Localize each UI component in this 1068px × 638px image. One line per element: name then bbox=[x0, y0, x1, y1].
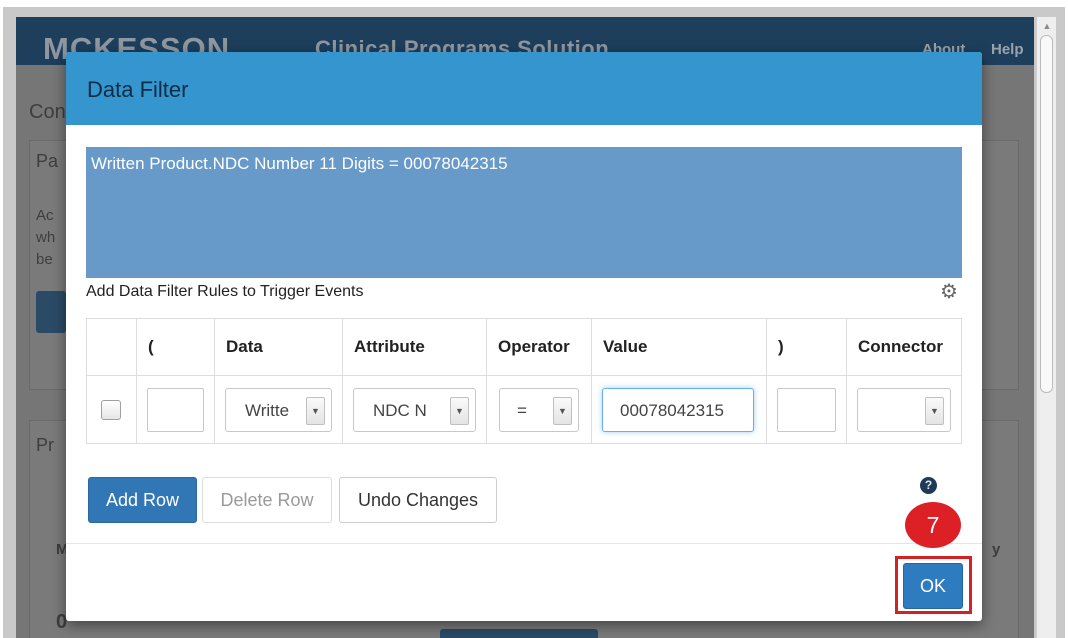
filter-expression-box[interactable]: Written Product.NDC Number 11 Digits = 0… bbox=[86, 147, 962, 278]
column-header-close-paren: ) bbox=[766, 318, 847, 376]
gear-icon[interactable]: ⚙ bbox=[940, 282, 958, 302]
undo-changes-button[interactable]: Undo Changes bbox=[339, 477, 497, 523]
table-row: Writte ▼ NDC N ▼ = ▼ 00078042315 ▼ bbox=[86, 375, 962, 444]
panel-2-button bbox=[440, 629, 598, 638]
column-header-attribute: Attribute bbox=[342, 318, 487, 376]
panel-2-heading: Pr bbox=[36, 435, 54, 455]
data-filter-dialog: Data Filter Written Product.NDC Number 1… bbox=[66, 52, 982, 621]
question-icon[interactable]: ? bbox=[920, 477, 937, 494]
scroll-thumb[interactable] bbox=[1040, 35, 1053, 393]
value-input[interactable]: 00078042315 bbox=[602, 387, 754, 432]
chevron-down-icon[interactable]: ▼ bbox=[450, 396, 469, 425]
page-scrollbar[interactable]: ▲ bbox=[1036, 17, 1056, 638]
dialog-header: Data Filter bbox=[66, 52, 982, 125]
scroll-up-icon[interactable]: ▲ bbox=[1041, 21, 1053, 31]
panel-1-line: wh bbox=[36, 229, 56, 246]
step-number-badge: 7 bbox=[905, 502, 961, 548]
panel-2-row: y bbox=[992, 541, 1001, 558]
chevron-down-icon[interactable]: ▼ bbox=[925, 396, 944, 425]
row-checkbox[interactable] bbox=[101, 399, 121, 420]
ok-button[interactable]: OK bbox=[903, 563, 963, 609]
column-header-select bbox=[86, 318, 137, 376]
attribute-select[interactable]: NDC N ▼ bbox=[353, 387, 476, 432]
operator-cell: = ▼ bbox=[486, 375, 592, 444]
connector-cell: ▼ bbox=[846, 375, 962, 444]
column-header-connector: Connector bbox=[846, 318, 962, 376]
column-header-open-paren: ( bbox=[136, 318, 215, 376]
rules-label: Add Data Filter Rules to Trigger Events bbox=[86, 283, 364, 300]
column-header-value: Value bbox=[591, 318, 767, 376]
attribute-cell: NDC N ▼ bbox=[342, 375, 487, 444]
rules-header-row: ( Data Attribute Operator Value ) Connec… bbox=[86, 318, 962, 376]
close-paren-cell bbox=[766, 375, 847, 444]
help-link[interactable]: Help bbox=[991, 41, 1024, 58]
data-cell: Writte ▼ bbox=[214, 375, 343, 444]
select-cell bbox=[86, 375, 137, 444]
panel-1-button bbox=[36, 291, 66, 333]
column-header-operator: Operator bbox=[486, 318, 592, 376]
open-paren-input[interactable] bbox=[147, 387, 204, 432]
chevron-down-icon[interactable]: ▼ bbox=[306, 396, 325, 425]
close-paren-input[interactable] bbox=[777, 387, 836, 432]
open-paren-cell bbox=[136, 375, 215, 444]
dialog-title: Data Filter bbox=[87, 77, 189, 102]
panel-1-line: be bbox=[36, 251, 53, 268]
data-select[interactable]: Writte ▼ bbox=[225, 387, 332, 432]
column-header-data: Data bbox=[214, 318, 343, 376]
attribute-select-value: NDC N bbox=[373, 400, 427, 420]
data-select-value: Writte bbox=[245, 400, 290, 420]
delete-row-button: Delete Row bbox=[202, 477, 332, 523]
panel-1-heading: Pa bbox=[36, 151, 59, 171]
operator-select-value: = bbox=[517, 400, 527, 420]
panel-1-line: Ac bbox=[36, 207, 54, 224]
connector-select[interactable]: ▼ bbox=[857, 387, 951, 432]
value-cell: 00078042315 bbox=[591, 375, 767, 444]
chevron-down-icon[interactable]: ▼ bbox=[553, 396, 572, 425]
operator-select[interactable]: = ▼ bbox=[499, 387, 579, 432]
rules-table: ( Data Attribute Operator Value ) Connec… bbox=[86, 318, 962, 444]
add-row-button[interactable]: Add Row bbox=[88, 477, 197, 523]
dialog-footer-divider bbox=[66, 543, 982, 544]
page-heading: Con bbox=[29, 101, 66, 123]
filter-expression: Written Product.NDC Number 11 Digits = 0… bbox=[91, 154, 508, 173]
